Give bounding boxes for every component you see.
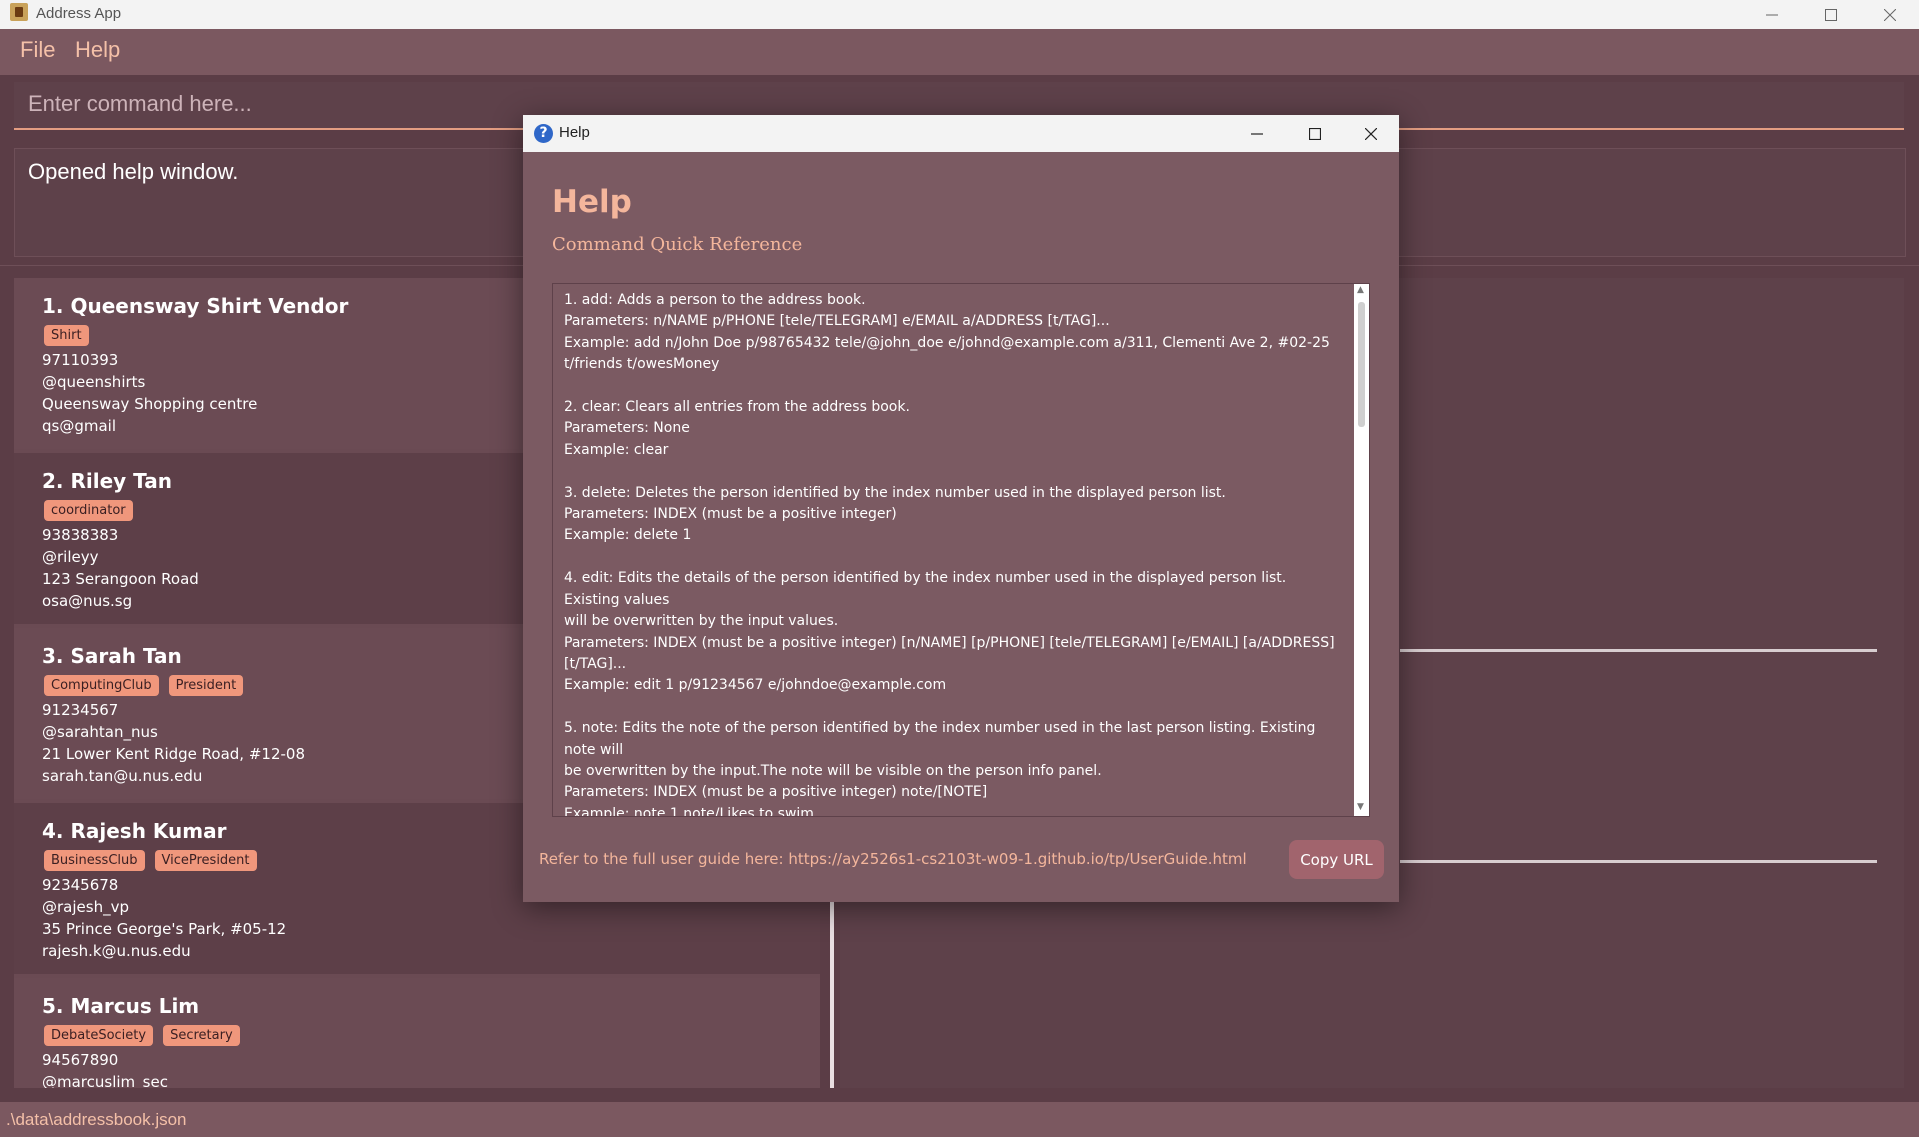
maximize-icon <box>1825 8 1837 21</box>
help-close-button[interactable] <box>1342 115 1400 152</box>
person-email: sarah.tan@u.nus.edu <box>42 767 203 785</box>
scrollbar[interactable]: ▲ ▼ <box>1354 284 1369 816</box>
command-reference-textarea[interactable]: 1. add: Adds a person to the address boo… <box>552 283 1370 817</box>
minimize-button[interactable] <box>1743 0 1801 29</box>
tag: BusinessClub <box>44 850 145 871</box>
person-tags: Shirt <box>44 325 89 346</box>
help-heading: Help <box>552 184 632 220</box>
person-telegram: @rajesh_vp <box>42 898 129 916</box>
window-title: Address App <box>36 5 122 22</box>
person-telegram: @rileyy <box>42 548 99 566</box>
person-tags: ComputingClub President <box>44 675 244 696</box>
person-telegram: @queenshirts <box>42 373 146 391</box>
result-text: Opened help window. <box>28 159 239 184</box>
minimize-icon <box>1766 14 1778 15</box>
tag: Secretary <box>163 1025 240 1046</box>
close-icon <box>1365 127 1377 140</box>
person-tags: coordinator <box>44 500 133 521</box>
tag: DebateSociety <box>44 1025 154 1046</box>
person-name: 1. Queensway Shirt Vendor <box>42 294 349 318</box>
person-phone: 92345678 <box>42 876 119 894</box>
menu-help[interactable]: Help <box>75 37 120 63</box>
minimize-icon <box>1251 132 1263 135</box>
question-icon: ? <box>534 124 553 143</box>
user-guide-link-text: Refer to the full user guide here: https… <box>539 850 1247 868</box>
close-icon <box>1884 8 1896 21</box>
person-phone: 91234567 <box>42 701 119 719</box>
status-bar: .\data\addressbook.json <box>0 1102 1919 1137</box>
help-window-title: Help <box>559 124 590 141</box>
person-name: 2. Riley Tan <box>42 469 172 493</box>
person-phone: 93838383 <box>42 526 119 544</box>
person-telegram: @sarahtan_nus <box>42 723 158 741</box>
tag: coordinator <box>44 500 133 521</box>
person-address: Queensway Shopping centre <box>42 395 258 413</box>
person-address: 123 Serangoon Road <box>42 570 199 588</box>
scroll-up-icon[interactable]: ▲ <box>1357 286 1366 295</box>
maximize-button[interactable] <box>1802 0 1860 29</box>
help-maximize-button[interactable] <box>1286 115 1344 152</box>
person-phone: 94567890 <box>42 1051 119 1069</box>
person-email: qs@gmail <box>42 417 116 435</box>
command-placeholder: Enter command here... <box>28 91 252 116</box>
copy-url-button[interactable]: Copy URL <box>1289 840 1384 879</box>
save-location: .\data\addressbook.json <box>6 1110 187 1129</box>
help-dialog: ? Help Help Command Quick Reference 1. a… <box>523 115 1399 902</box>
person-phone: 97110393 <box>42 351 119 369</box>
tag: President <box>168 675 244 696</box>
command-reference-text: 1. add: Adds a person to the address boo… <box>564 292 1335 817</box>
help-title-bar: ? Help <box>523 115 1399 152</box>
help-subheading: Command Quick Reference <box>552 234 803 255</box>
person-name: 4. Rajesh Kumar <box>42 819 227 843</box>
person-telegram: @marcuslim_sec <box>42 1073 168 1088</box>
help-minimize-button[interactable] <box>1228 115 1286 152</box>
person-address: 35 Prince George's Park, #05-12 <box>42 920 287 938</box>
tag: Shirt <box>44 325 89 346</box>
close-button[interactable] <box>1861 0 1919 29</box>
person-name: 5. Marcus Lim <box>42 994 200 1018</box>
menu-bar: File Help <box>0 29 1919 75</box>
maximize-icon <box>1309 127 1321 140</box>
main-title-bar: Address App <box>0 0 1919 29</box>
person-tags: BusinessClub VicePresident <box>44 850 257 871</box>
menu-file[interactable]: File <box>20 37 55 63</box>
tag: ComputingClub <box>44 675 159 696</box>
tag: VicePresident <box>154 850 257 871</box>
person-email: osa@nus.sg <box>42 592 133 610</box>
person-email: rajesh.k@u.nus.edu <box>42 942 191 960</box>
address-book-icon <box>10 3 28 21</box>
person-card[interactable]: 5. Marcus Lim DebateSociety Secretary 94… <box>14 978 820 1088</box>
detail-separator <box>1400 649 1877 652</box>
person-name: 3. Sarah Tan <box>42 644 182 668</box>
person-address: 21 Lower Kent Ridge Road, #12-08 <box>42 745 305 763</box>
detail-separator <box>1400 860 1877 863</box>
scrollbar-thumb[interactable] <box>1358 302 1365 427</box>
scroll-down-icon[interactable]: ▼ <box>1357 803 1366 812</box>
person-tags: DebateSociety Secretary <box>44 1025 240 1046</box>
